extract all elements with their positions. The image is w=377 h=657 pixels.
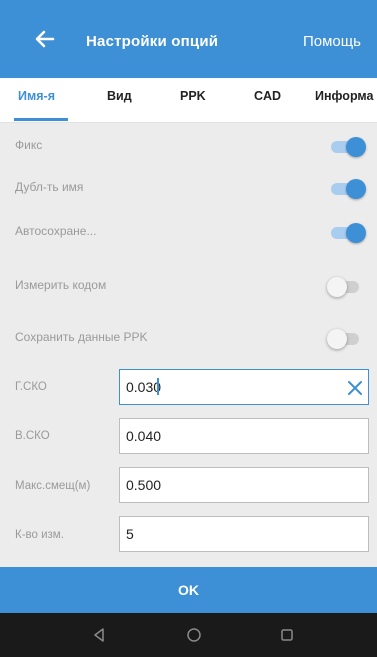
tab-name[interactable]: Имя-я — [18, 89, 55, 103]
setting-label: Дубл-ть имя — [15, 180, 84, 194]
save-ppk-toggle[interactable] — [327, 328, 367, 350]
tab-view[interactable]: Вид — [107, 89, 132, 103]
setting-row-duplicate-name: Дубл-ть имя — [0, 168, 377, 208]
setting-label: Сохранить данные PPK — [15, 330, 148, 344]
v-rms-label: В.СКО — [15, 430, 50, 442]
setting-label: Фикс — [15, 138, 43, 152]
nav-back-icon[interactable] — [88, 624, 110, 646]
nav-recents-icon[interactable] — [276, 624, 298, 646]
ok-label: OK — [178, 582, 199, 598]
ok-button[interactable]: OK — [0, 567, 377, 613]
max-offset-label: Макс.смещ(м) — [15, 480, 91, 492]
text-caret — [157, 378, 159, 395]
arrow-left-icon — [35, 30, 55, 48]
clear-button[interactable] — [345, 378, 365, 398]
tab-info[interactable]: Информа — [315, 89, 373, 103]
measure-by-code-toggle[interactable] — [327, 276, 367, 298]
tab-bar: Имя-я Вид PPK CAD Информа — [0, 78, 377, 123]
page-title: Настройки опций — [86, 33, 219, 50]
fix-toggle[interactable] — [327, 136, 367, 158]
tab-indicator — [14, 118, 68, 121]
h-rms-label: Г.СКО — [15, 381, 47, 393]
nav-home-icon[interactable] — [183, 624, 205, 646]
app-bar: Настройки опций Помощь — [0, 0, 377, 78]
setting-row-save-ppk: Сохранить данные PPK — [0, 318, 377, 358]
back-button[interactable] — [30, 24, 60, 54]
setting-row-measure-by-code: Измерить кодом — [0, 266, 377, 306]
duplicate-name-toggle[interactable] — [327, 178, 367, 200]
max-offset-input[interactable] — [119, 467, 369, 503]
tab-cad[interactable]: CAD — [254, 89, 281, 103]
help-button[interactable]: Помощь — [303, 33, 361, 50]
tab-ppk[interactable]: PPK — [180, 89, 206, 103]
measure-count-input[interactable] — [119, 516, 369, 552]
system-nav-bar — [0, 613, 377, 657]
setting-label: Автосохране... — [15, 224, 97, 238]
autosave-toggle[interactable] — [327, 222, 367, 244]
setting-row-fix: Фикс — [0, 126, 377, 166]
setting-label: Измерить кодом — [15, 278, 107, 292]
measure-count-label: К-во изм. — [15, 529, 64, 541]
close-icon — [348, 381, 362, 395]
setting-row-autosave: Автосохране... — [0, 212, 377, 252]
v-rms-input[interactable] — [119, 418, 369, 454]
